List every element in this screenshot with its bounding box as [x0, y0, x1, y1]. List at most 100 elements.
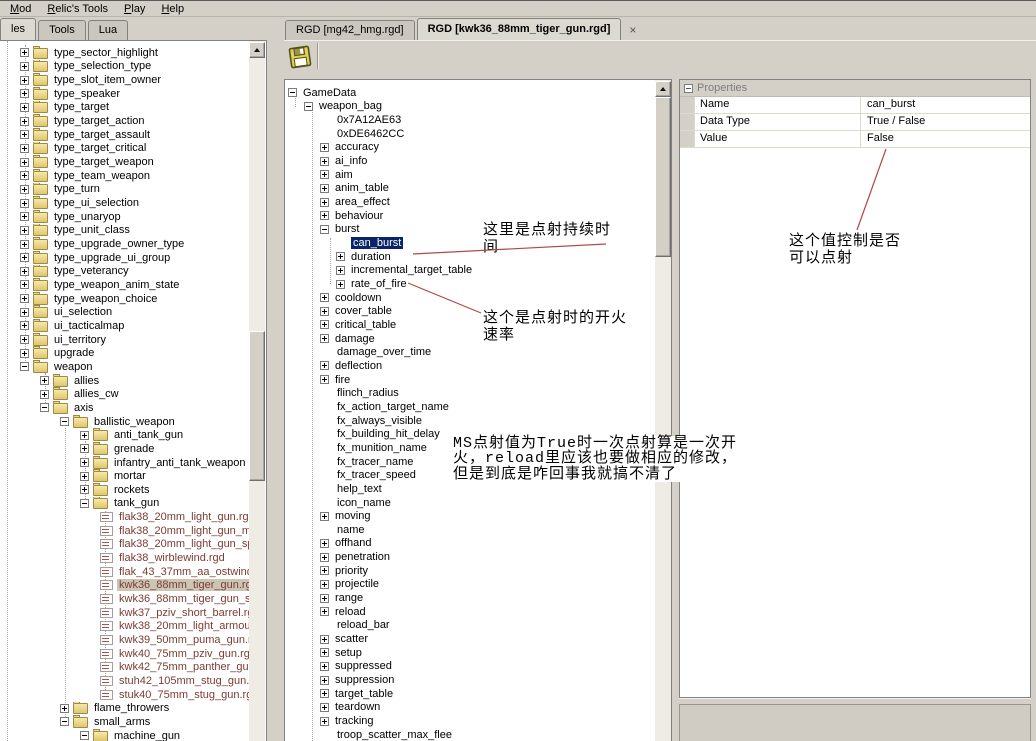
expand-icon[interactable]	[20, 130, 29, 139]
data-tree-item[interactable]: fire	[285, 373, 655, 387]
tree-item-label[interactable]: type_upgrade_owner_type	[52, 238, 186, 250]
expand-icon[interactable]	[60, 704, 69, 713]
expand-icon[interactable]	[20, 335, 29, 344]
expand-icon[interactable]	[20, 144, 29, 153]
data-tree-item[interactable]: help_text	[285, 482, 655, 496]
file-tree-item[interactable]: kwk38_20mm_light_armoured_car	[0, 620, 249, 634]
data-tree-item[interactable]: rate_of_fire	[285, 277, 655, 291]
data-tree-item[interactable]: moving	[285, 509, 655, 523]
data-tree-item[interactable]: damage_over_time	[285, 345, 655, 359]
data-tree-item[interactable]: suppression	[285, 673, 655, 687]
expand-icon[interactable]	[320, 689, 329, 698]
tree-item-label[interactable]: type_weapon_anim_state	[52, 279, 181, 291]
file-tree-item[interactable]: type_upgrade_owner_type	[0, 237, 249, 251]
tree-item-label[interactable]: kwk37_pziv_short_barrel.rgd	[117, 607, 249, 619]
file-tree-item[interactable]: type_upgrade_ui_group	[0, 251, 249, 265]
tree-item-label[interactable]: type_target_assault	[52, 129, 152, 141]
file-tree-item[interactable]: upgrade	[0, 346, 249, 360]
file-tree-item[interactable]: type_target_action	[0, 114, 249, 128]
file-tree-item[interactable]: ui_territory	[0, 333, 249, 347]
expand-icon[interactable]	[20, 185, 29, 194]
file-tree-item[interactable]: stuh42_105mm_stug_gun.rgd	[0, 674, 249, 688]
data-tree-item[interactable]: icon_name	[285, 496, 655, 510]
tree-item-label[interactable]: axis	[72, 402, 96, 414]
expand-icon[interactable]	[40, 376, 49, 385]
tree-item-label[interactable]: 0xDE6462CC	[335, 128, 406, 140]
tree-item-label[interactable]: help_text	[335, 483, 384, 495]
expand-icon[interactable]	[320, 607, 329, 616]
tree-item-label[interactable]: type_team_weapon	[52, 170, 152, 182]
expand-icon[interactable]	[20, 117, 29, 126]
save-button[interactable]	[286, 43, 314, 70]
tree-item-label[interactable]: GameData	[301, 87, 358, 99]
tree-item-label[interactable]: anti_tank_gun	[112, 429, 185, 441]
tree-item-label[interactable]: icon_name	[335, 497, 393, 509]
tree-item-label[interactable]: offhand	[333, 537, 374, 549]
data-tree-item[interactable]: flinch_radius	[285, 386, 655, 400]
tree-item-label[interactable]: fx_tracer_speed	[335, 469, 418, 481]
expand-icon[interactable]	[320, 580, 329, 589]
tree-item-label[interactable]: fx_action_target_name	[335, 401, 451, 413]
expand-icon[interactable]	[320, 157, 329, 166]
menu-item-play[interactable]: Play	[116, 2, 153, 16]
tree-item-label[interactable]: type_target_weapon	[52, 156, 156, 168]
file-tree-item[interactable]: small_arms	[0, 715, 249, 729]
expand-icon[interactable]	[320, 703, 329, 712]
tree-item-label[interactable]: kwk38_20mm_light_armoured_car	[117, 620, 249, 632]
expand-icon[interactable]	[20, 226, 29, 235]
data-tree-item[interactable]: reload_bar	[285, 619, 655, 633]
tree-item-label[interactable]: tank_gun	[112, 497, 161, 509]
file-tree-item[interactable]: ballistic_weapon	[0, 415, 249, 429]
tree-item-label[interactable]: reload_bar	[335, 619, 392, 631]
expand-icon[interactable]	[20, 240, 29, 249]
tree-item-label[interactable]: flame_throwers	[92, 702, 171, 714]
file-tree-item[interactable]: rockets	[0, 483, 249, 497]
tree-item-label[interactable]: type_speaker	[52, 88, 122, 100]
tree-item-label[interactable]: small_arms	[92, 716, 152, 728]
expand-icon[interactable]	[320, 170, 329, 179]
expand-icon[interactable]	[336, 280, 345, 289]
tree-item-label[interactable]: type_target_critical	[52, 142, 148, 154]
tree-item-label[interactable]: area_effect	[333, 196, 392, 208]
tree-item-label[interactable]: type_unit_class	[52, 224, 132, 236]
tree-item-label[interactable]: behaviour	[333, 210, 385, 222]
tree-item-label[interactable]: cooldown	[333, 292, 383, 304]
expand-icon[interactable]	[20, 89, 29, 98]
tree-item-label[interactable]: damage	[333, 333, 377, 345]
data-tree-item[interactable]: GameData	[285, 86, 655, 100]
property-value[interactable]: False	[861, 131, 1030, 147]
file-tree-item[interactable]: type_speaker	[0, 87, 249, 101]
file-tree-item[interactable]: flak38_20mm_light_gun_sp_m07.r	[0, 538, 249, 552]
tree-item-label[interactable]: kwk36_88mm_tiger_gun.rgd	[117, 579, 249, 591]
file-tree-item[interactable]: kwk37_pziv_short_barrel.rgd	[0, 606, 249, 620]
expand-icon[interactable]	[320, 211, 329, 220]
tree-item-label[interactable]: type_weapon_choice	[52, 293, 159, 305]
tree-item-label[interactable]: priority	[333, 565, 370, 577]
file-tree-item[interactable]: anti_tank_gun	[0, 428, 249, 442]
tree-item-label[interactable]: flak38_20mm_light_gun_m02.rgd	[117, 525, 249, 537]
file-tree-item[interactable]: kwk42_75mm_panther_gun.rgd	[0, 661, 249, 675]
data-tree-item[interactable]: setup	[285, 646, 655, 660]
tree-item-label[interactable]: flak38_20mm_light_gun_sp_m07.r	[117, 538, 249, 550]
tree-item-label[interactable]: can_burst	[351, 237, 403, 249]
menu-item-relic-s-tools[interactable]: Relic's Tools	[39, 2, 116, 16]
file-tree-item[interactable]: tank_gun	[0, 497, 249, 511]
data-tree-item[interactable]: name	[285, 523, 655, 537]
collapse-icon[interactable]	[304, 102, 313, 111]
tree-item-label[interactable]: scatter	[333, 633, 370, 645]
file-tree-item[interactable]: kwk36_88mm_tiger_gun_spg_ace.	[0, 592, 249, 606]
tree-item-label[interactable]: flak38_wirblewind.rgd	[117, 552, 227, 564]
file-tree-item[interactable]: kwk39_50mm_puma_gun.rgd	[0, 633, 249, 647]
property-value[interactable]: True / False	[861, 114, 1030, 130]
expand-icon[interactable]	[20, 76, 29, 85]
tree-item-label[interactable]: type_selection_type	[52, 60, 153, 72]
collapse-icon[interactable]	[40, 403, 49, 412]
data-tree-item[interactable]: incremental_target_table	[285, 264, 655, 278]
expand-icon[interactable]	[80, 485, 89, 494]
collapse-icon[interactable]	[60, 417, 69, 426]
tree-item-label[interactable]: weapon_bag	[317, 100, 384, 112]
expand-icon[interactable]	[320, 375, 329, 384]
tree-item-label[interactable]: type_slot_item_owner	[52, 74, 163, 86]
expand-icon[interactable]	[336, 266, 345, 275]
data-tree-item[interactable]: priority	[285, 564, 655, 578]
